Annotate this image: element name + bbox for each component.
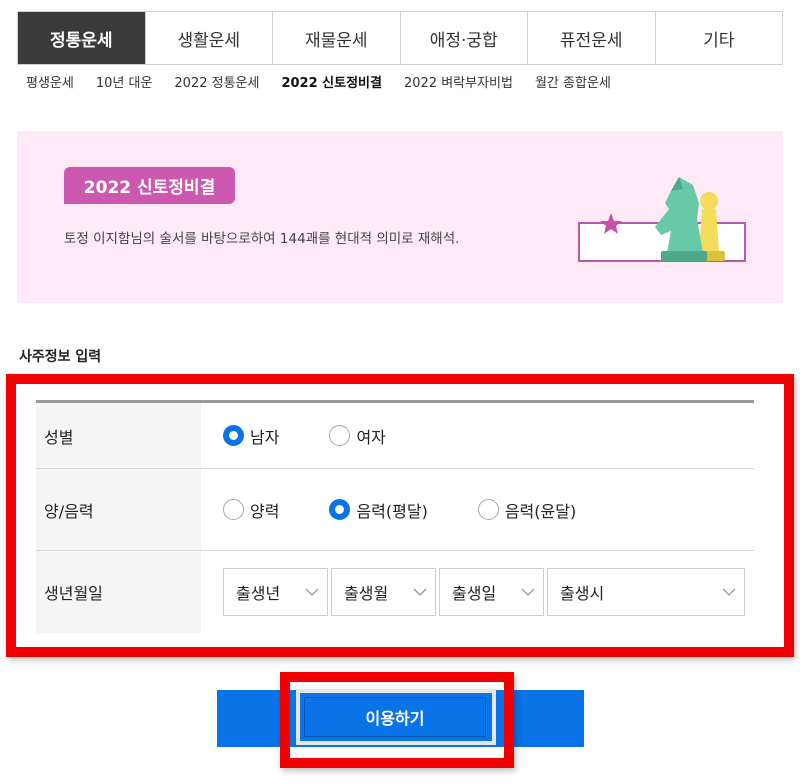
tab-etc[interactable]: 기타 (655, 12, 782, 64)
chevron-down-icon (722, 588, 736, 596)
birth-row: 생년월일 출생년 출생월 출생일 출생시 (36, 551, 754, 633)
submenu-item-2022-traditional[interactable]: 2022 정통운세 (174, 72, 259, 91)
birth-month-select[interactable]: 출생월 (331, 568, 436, 616)
birth-label: 생년월일 (36, 551, 201, 633)
section-title: 사주정보 입력 (19, 349, 102, 365)
submenu-item-2022-tojeong[interactable]: 2022 신토정비결 (281, 72, 382, 91)
radio-lunar-leap[interactable]: 음력(윤달) (477, 498, 577, 522)
radio-label: 남자 (250, 427, 280, 447)
birth-year-select[interactable]: 출생년 (223, 568, 328, 616)
tab-wealth[interactable]: 재물운세 (273, 12, 401, 64)
chess-pieces-illustration (578, 177, 746, 262)
main-tabs: 정통운세 생활운세 재물운세 애정·궁합 퓨전운세 기타 (17, 11, 783, 65)
submenu-item-10year[interactable]: 10년 대운 (96, 72, 153, 91)
radio-label: 음력(윤달) (504, 501, 577, 521)
radio-lunar-normal[interactable]: 음력(평달) (329, 498, 428, 522)
radio-label: 여자 (356, 427, 386, 447)
select-value: 출생월 (344, 584, 389, 603)
radio-solar[interactable]: 양력 (223, 498, 279, 522)
select-value: 출생년 (236, 584, 281, 603)
calendar-row: 양/음력 양력 음력(평달) 음력(윤달) (36, 469, 754, 551)
tab-traditional[interactable]: 정통운세 (18, 12, 146, 64)
banner-badge: 2022 신토정비결 (64, 167, 235, 204)
birth-day-select[interactable]: 출생일 (439, 568, 544, 616)
radio-unchecked-icon (223, 499, 244, 520)
tab-life[interactable]: 생활운세 (145, 12, 273, 64)
radio-unchecked-icon (477, 499, 499, 520)
select-value: 출생일 (452, 584, 497, 603)
chevron-down-icon (305, 588, 319, 596)
radio-checked-icon (223, 425, 244, 446)
radio-label: 음력(평달) (356, 501, 428, 521)
tab-love[interactable]: 애정·궁합 (400, 12, 528, 64)
gender-row: 성별 남자 여자 (36, 403, 754, 469)
radio-checked-icon (329, 499, 351, 520)
submenu-item-monthly[interactable]: 월간 종합운세 (535, 72, 611, 91)
radio-label: 양력 (250, 501, 280, 521)
chevron-down-icon (521, 588, 535, 596)
calendar-label: 양/음력 (36, 469, 201, 550)
service-banner: 2022 신토정비결 토정 이지함님의 술서를 바탕으로하여 144괘를 현대적… (17, 131, 783, 303)
select-value: 출생시 (560, 584, 605, 603)
tab-fusion[interactable]: 퓨전운세 (528, 12, 656, 64)
radio-female[interactable]: 여자 (329, 424, 386, 448)
submenu-item-2022-rich[interactable]: 2022 벼락부자비법 (404, 72, 513, 91)
chevron-down-icon (413, 588, 427, 596)
birth-time-select[interactable]: 출생시 (547, 568, 745, 616)
submenu-item-lifetime[interactable]: 평생운세 (26, 72, 74, 91)
saju-input-form: 성별 남자 여자 양/음력 양력 음력(평달) 음력(윤달) 생년월일 출생년 … (36, 400, 754, 633)
sub-menu: 평생운세 10년 대운 2022 정통운세 2022 신토정비결 2022 벼락… (26, 72, 633, 91)
gender-label: 성별 (36, 403, 201, 468)
banner-description: 토정 이지함님의 술서를 바탕으로하여 144괘를 현대적 의미로 재해석. (64, 231, 460, 247)
submit-button[interactable]: 이용하기 (304, 697, 486, 737)
radio-unchecked-icon (329, 425, 351, 446)
radio-male[interactable]: 남자 (223, 424, 279, 448)
